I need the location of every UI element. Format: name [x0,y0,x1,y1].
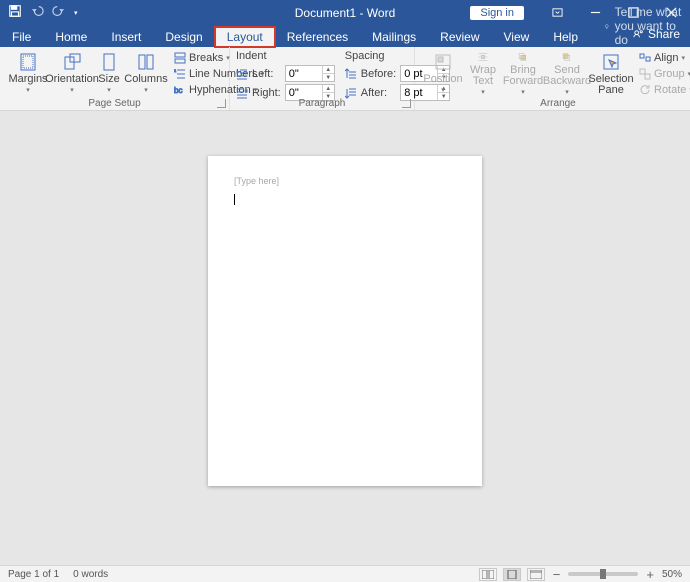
tab-layout[interactable]: Layout [215,27,275,47]
share-icon [633,29,644,40]
text-cursor [234,194,235,205]
print-layout-button[interactable] [503,568,521,581]
position-icon [433,52,453,72]
page-setup-dialog-launcher[interactable] [217,99,226,108]
ribbon: Margins▾ Orientation▾ Size▾ Columns▾ Bre… [0,47,690,111]
save-icon[interactable] [8,4,22,21]
position-button: Position▾ [421,50,465,98]
wrap-text-icon [473,52,493,63]
margins-button[interactable]: Margins▾ [6,50,50,98]
tab-design[interactable]: Design [153,27,214,47]
spacing-before-label: Before: [361,68,396,80]
indent-left-label: Left: [252,68,281,80]
zoom-slider[interactable] [568,572,638,576]
align-button[interactable]: Align ▾ [637,51,690,65]
selection-pane-icon [601,52,621,72]
share-button[interactable]: Share [633,27,680,41]
tab-review[interactable]: Review [428,27,491,47]
paragraph-dialog-launcher[interactable] [402,99,411,108]
group-button: Group ▾ [637,67,690,81]
spacing-before-icon [345,68,357,80]
svg-text:1: 1 [174,68,177,73]
ribbon-tabs: File Home Insert Design Layout Reference… [0,25,690,47]
tab-help[interactable]: Help [541,27,590,47]
titlebar: ▾ Document1 - Word Sign in [0,0,690,25]
ribbon-display-icon[interactable] [538,0,576,25]
group-page-setup: Margins▾ Orientation▾ Size▾ Columns▾ Bre… [0,47,230,110]
document-page[interactable]: [Type here] [208,156,482,486]
type-here-placeholder: [Type here] [234,176,456,186]
tab-home[interactable]: Home [43,27,99,47]
group-paragraph: Indent Left: ▲▼ Right: ▲▼ Spacing Before… [230,47,415,110]
columns-icon [136,52,156,72]
lightbulb-icon [604,21,610,32]
spacing-after-icon [345,87,357,99]
group-icon [639,68,651,80]
orientation-button[interactable]: Orientation▾ [50,50,94,98]
size-icon [99,52,119,72]
orientation-icon [62,52,82,72]
indent-head: Indent [236,50,335,62]
document-title: Document1 - Word [295,6,395,20]
indent-left-input[interactable]: ▲▼ [285,65,335,82]
quick-access-toolbar: ▾ [0,4,78,21]
sign-in-button[interactable]: Sign in [470,6,524,20]
orientation-label: Orientation [45,74,99,85]
document-workspace[interactable]: [Type here] [0,111,690,565]
margins-label: Margins [8,74,47,85]
margins-icon [18,52,38,72]
hyphenation-icon: bc [174,84,186,96]
qat-customize-icon[interactable]: ▾ [74,9,78,17]
zoom-in-button[interactable]: + [644,568,656,581]
tab-references[interactable]: References [275,27,360,47]
zoom-slider-thumb[interactable] [600,569,606,579]
indent-right-icon [236,87,248,99]
read-mode-button[interactable] [479,568,497,581]
redo-icon[interactable] [52,4,66,21]
share-label: Share [648,27,680,41]
page-info[interactable]: Page 1 of 1 [8,569,59,580]
spacing-after-label: After: [361,87,396,99]
breaks-icon [174,52,186,64]
bring-forward-button: Bring Forward▾ [501,50,545,98]
status-bar: Page 1 of 1 0 words − + 50% [0,565,690,582]
svg-text:bc: bc [174,86,182,95]
columns-label: Columns [124,74,167,85]
zoom-out-button[interactable]: − [551,568,563,581]
selection-pane-button[interactable]: Selection Pane [589,50,633,98]
bring-forward-icon [513,52,533,63]
paragraph-group-label: Paragraph [236,98,408,110]
size-button[interactable]: Size▾ [94,50,124,98]
group-arrange: Position▾ Wrap Text▾ Bring Forward▾ Send… [415,47,690,110]
send-backward-icon [557,52,577,63]
word-count[interactable]: 0 words [73,569,108,580]
align-icon [639,52,651,64]
indent-left-icon [236,68,248,80]
send-backward-button: Send Backward▾ [545,50,589,98]
zoom-percent[interactable]: 50% [662,569,682,580]
tab-mailings[interactable]: Mailings [360,27,428,47]
rotate-icon [639,84,651,96]
undo-icon[interactable] [30,4,44,21]
line-numbers-icon: 1 [174,68,186,80]
wrap-text-button: Wrap Text▾ [465,50,501,98]
web-layout-button[interactable] [527,568,545,581]
tab-file[interactable]: File [0,27,43,47]
tab-insert[interactable]: Insert [99,27,153,47]
indent-section: Indent Left: ▲▼ Right: ▲▼ [236,50,335,98]
arrange-group-label: Arrange [421,98,690,110]
rotate-button: Rotate ▾ [637,83,690,97]
indent-right-label: Right: [252,87,281,99]
page-setup-group-label: Page Setup [6,98,223,110]
tab-view[interactable]: View [492,27,542,47]
size-label: Size [98,74,119,85]
columns-button[interactable]: Columns▾ [124,50,168,98]
